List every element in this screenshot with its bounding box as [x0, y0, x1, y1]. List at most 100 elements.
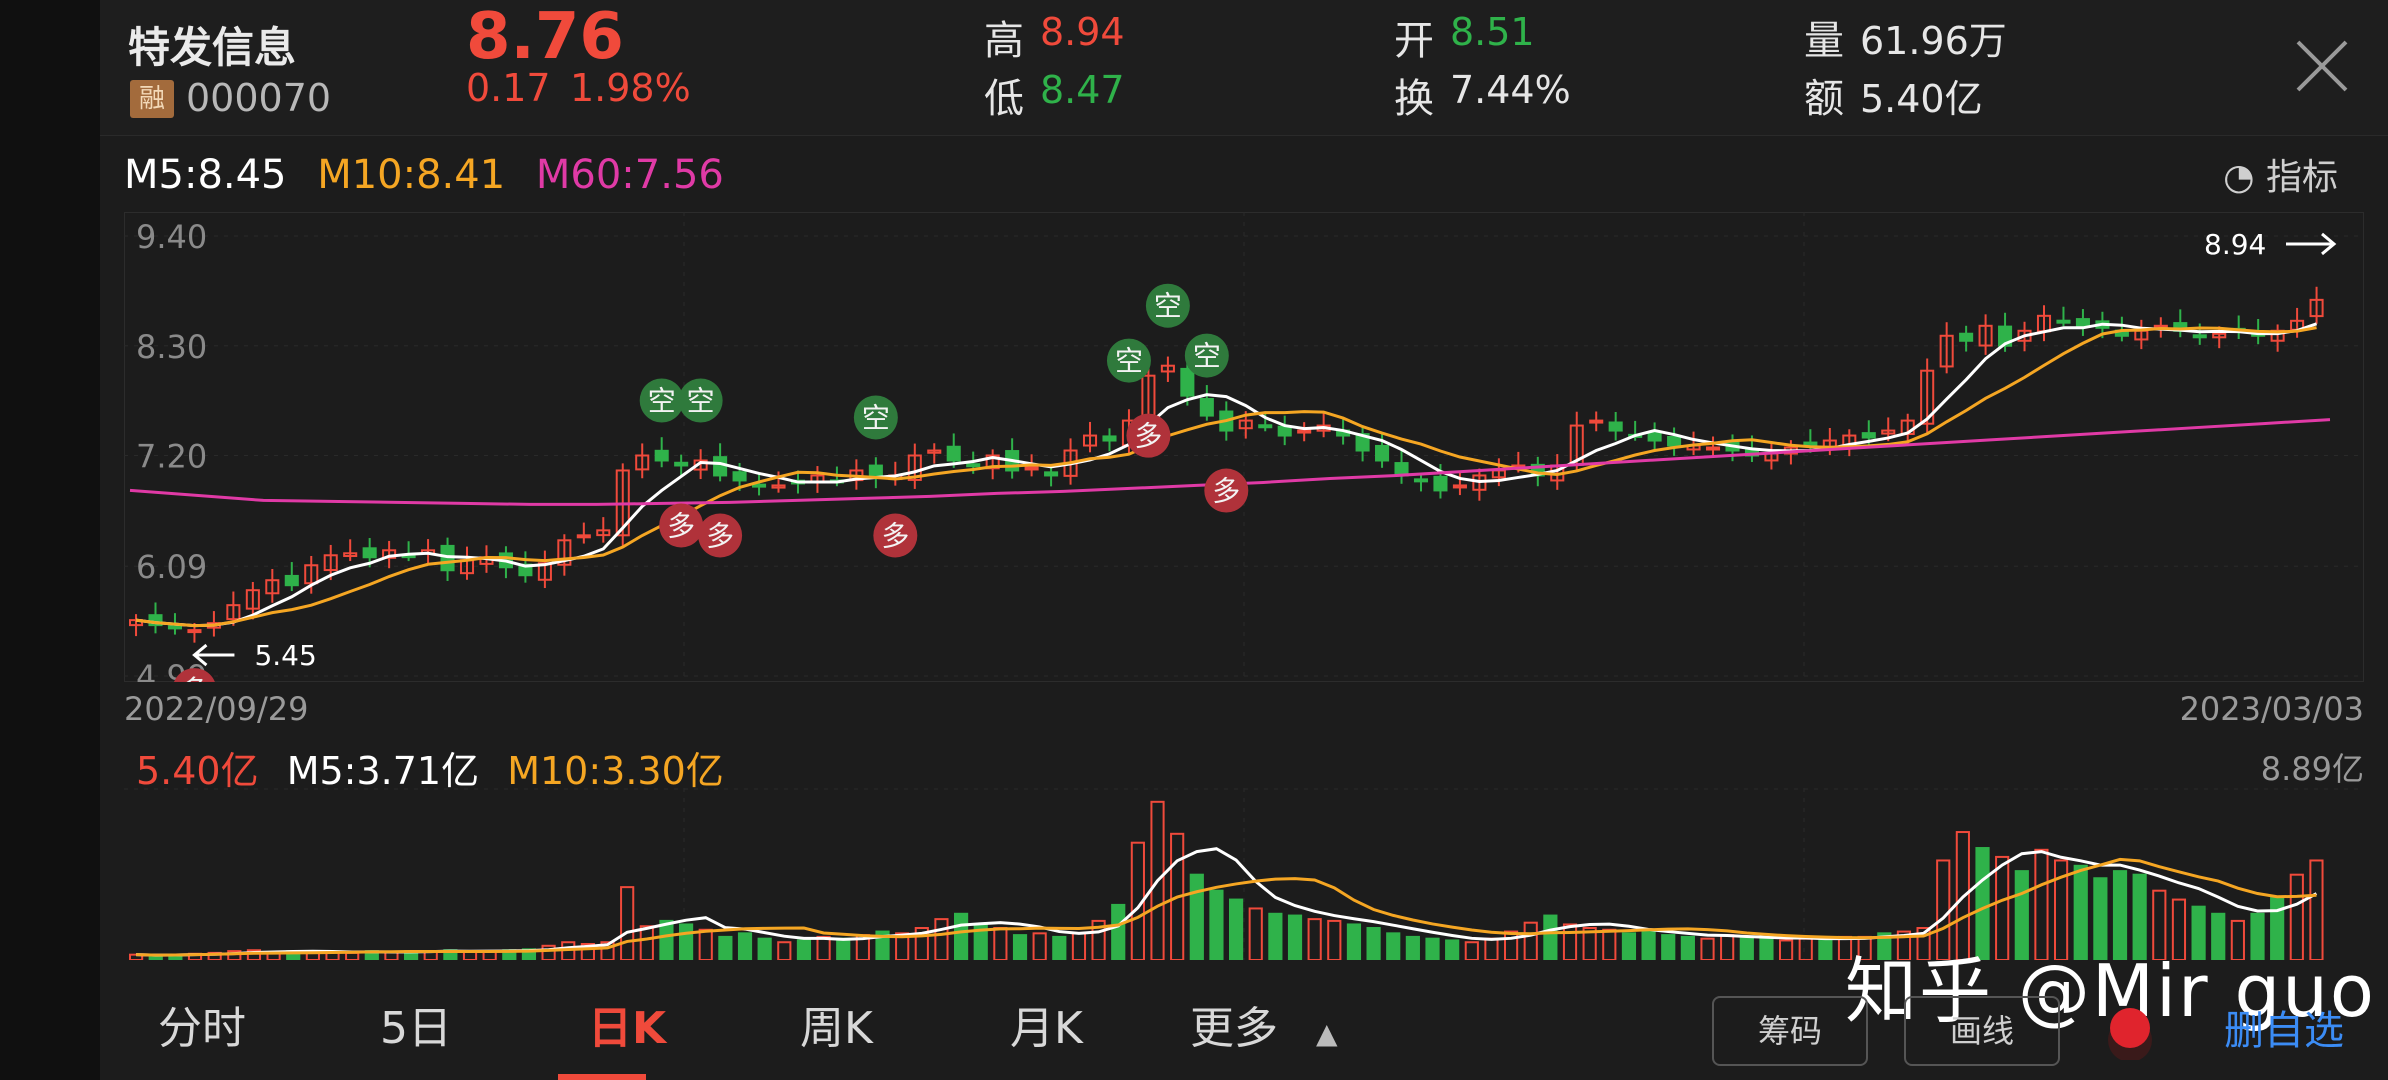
volume-bar: [1543, 914, 1558, 960]
volume-bar: [1307, 918, 1322, 960]
volume-bar: [639, 925, 654, 960]
sell-signal-label: 空: [648, 384, 676, 417]
volume-bar: [1189, 873, 1204, 960]
max-price-label: 8.94: [2204, 228, 2266, 261]
candle: [1375, 444, 1390, 462]
volume-bar: [620, 886, 635, 960]
candlestick-chart[interactable]: 9.408.307.206.094.99多多多多多多空空空空空空8.945.45: [124, 212, 2364, 682]
ma-legend: M5:8.45 M10:8.41 M60:7.56: [124, 152, 742, 198]
draw-line-button[interactable]: 画线: [1904, 996, 2060, 1066]
candle: [1589, 419, 1604, 424]
volume-bar: [1798, 937, 1813, 960]
volume-m5: M5:3.71亿: [286, 749, 480, 793]
candle: [187, 629, 202, 634]
volume-bar: [462, 951, 478, 960]
volume-bar: [1346, 923, 1362, 960]
volume-bar: [737, 932, 753, 960]
y-tick-label: 7.20: [136, 438, 207, 476]
high-label: 高: [984, 18, 1024, 64]
tab-weekly-k[interactable]: 周K: [800, 992, 873, 1056]
volume-bar: [934, 918, 949, 960]
sell-signal-label: 空: [1193, 340, 1221, 373]
left-sidebar: [0, 0, 100, 1080]
volume-bar: [1562, 923, 1578, 960]
tab-more-label: 更多: [1190, 1003, 1278, 1054]
record-icon[interactable]: [2100, 1004, 2160, 1060]
turnover-label: 换: [1394, 76, 1434, 122]
volume-bar: [777, 941, 792, 960]
volume-bar: [1405, 935, 1420, 960]
tab-daily-k[interactable]: 日K: [588, 992, 666, 1056]
y-tick-label: 6.09: [136, 548, 207, 586]
volume-bar: [993, 927, 1008, 960]
candle: [1180, 367, 1195, 397]
volume-bar: [1071, 932, 1087, 960]
candle: [966, 463, 981, 468]
buy-signal-label: 多: [706, 519, 734, 552]
volume-bar: [1209, 889, 1224, 960]
volume-bar: [1229, 898, 1244, 960]
candle: [1667, 435, 1682, 447]
candle: [752, 483, 767, 488]
sell-signal-label: 空: [1115, 345, 1143, 378]
candle: [1433, 475, 1448, 492]
candle: [284, 574, 299, 587]
turnover-value: 7.44%: [1450, 68, 1571, 112]
chip-button[interactable]: 筹码: [1712, 996, 1868, 1066]
active-tab-indicator: [558, 1074, 646, 1080]
candle: [732, 471, 747, 482]
tab-intraday[interactable]: 分时: [158, 992, 246, 1056]
volume-bar: [1464, 941, 1479, 960]
low-label: 低: [984, 76, 1024, 122]
close-icon[interactable]: [2294, 38, 2350, 94]
candle: [1102, 435, 1117, 442]
stock-name: 特发信息: [128, 23, 297, 72]
volume-bar: [1287, 914, 1303, 960]
candle: [1959, 332, 1974, 342]
low-value: 8.47: [1040, 68, 1125, 112]
remove-watchlist-button[interactable]: 删自选: [2224, 998, 2344, 1056]
tab-monthly-k[interactable]: 月K: [1010, 992, 1083, 1056]
y-tick-label: 9.40: [136, 218, 207, 256]
tab-more[interactable]: 更多 ▲: [1190, 992, 1338, 1056]
last-price: 8.76: [466, 0, 624, 74]
volume-bar: [1779, 939, 1794, 960]
start-date: 2022/09/29: [124, 690, 309, 728]
volume-label: 量: [1804, 18, 1844, 64]
volume-bar: [816, 935, 831, 960]
price-change-pct: 1.98%: [570, 66, 691, 110]
volume-bar: [1641, 930, 1656, 960]
tab-5day[interactable]: 5日: [380, 992, 452, 1056]
buy-signal-label: 多: [180, 674, 208, 682]
candle: [1608, 421, 1623, 432]
candle: [1297, 429, 1312, 434]
candle: [713, 456, 728, 477]
amount-label: 额: [1804, 76, 1844, 122]
open-value: 8.51: [1450, 10, 1535, 54]
volume-bar: [718, 935, 733, 960]
volume-bar: [1111, 903, 1126, 960]
volume-bar: [1327, 919, 1342, 960]
candle: [654, 449, 669, 462]
ma5-label: M5:8.45: [124, 152, 287, 198]
high-value: 8.94: [1040, 10, 1125, 54]
buy-signal-label: 多: [667, 509, 695, 542]
candle: [1647, 431, 1662, 442]
candle: [1705, 446, 1721, 451]
y-tick-label: 8.30: [136, 328, 207, 366]
candle: [576, 534, 591, 539]
volume-bar: [757, 937, 772, 960]
volume-bar: [1759, 937, 1774, 960]
volume-bar: [1268, 912, 1283, 960]
indicator-button[interactable]: ◔ 指标: [2223, 148, 2338, 200]
volume-bar: [1248, 907, 1263, 960]
amount-value: 5.40亿: [1860, 77, 1983, 121]
volume-bar: [1386, 932, 1401, 960]
volume-bar: [1445, 939, 1460, 960]
caret-up-icon: ▲: [1316, 1017, 1338, 1050]
candle: [362, 547, 377, 559]
volume-bar: [1366, 927, 1381, 960]
candle: [2192, 334, 2207, 339]
candle: [946, 445, 961, 462]
candle: [1044, 471, 1059, 477]
